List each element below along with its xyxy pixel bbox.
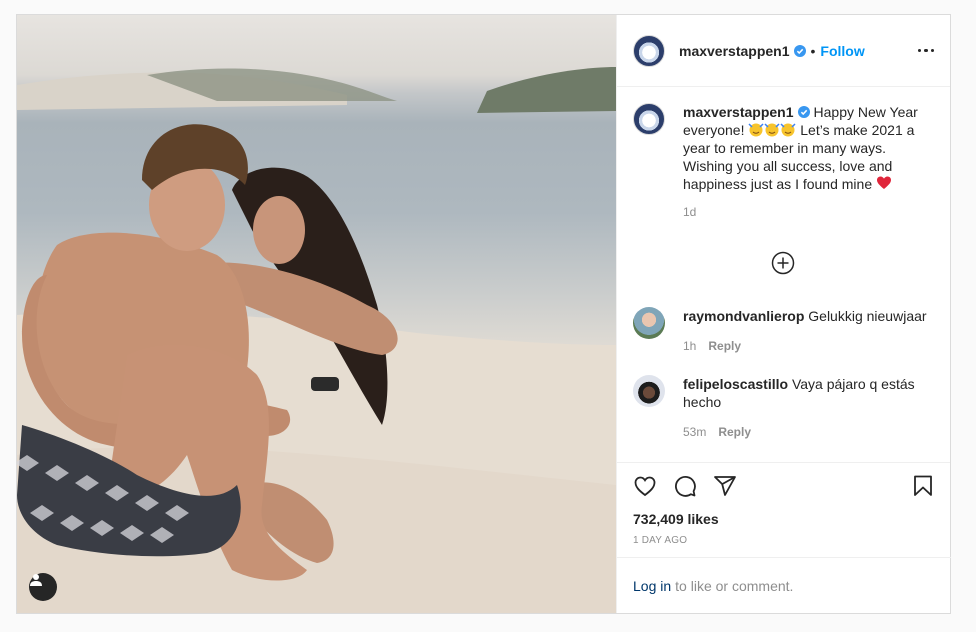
bookmark-icon[interactable] xyxy=(911,474,935,498)
user-tag-button[interactable] xyxy=(29,573,57,601)
comment-item: raymondvanlierop Gelukkig nieuwjaar 1h Re… xyxy=(633,307,927,353)
post-photo[interactable] xyxy=(17,15,616,613)
more-icon[interactable] xyxy=(917,48,934,53)
separator-dot: • xyxy=(810,42,816,59)
caption-time: 1d xyxy=(683,205,697,219)
load-more-icon[interactable] xyxy=(771,251,795,275)
comment-text: felipeloscastillo Vaya pájaro q estás he… xyxy=(683,375,933,411)
heart-icon[interactable] xyxy=(633,474,657,498)
login-bar: Log in to like or comment. xyxy=(617,557,951,613)
caption: maxverstappen1 Happy New Year everyone! L… xyxy=(633,103,934,219)
comment-meta: 53m Reply xyxy=(683,425,933,439)
comment-text: raymondvanlierop Gelukkig nieuwjaar xyxy=(683,307,927,325)
comment-time: 53m xyxy=(683,425,707,439)
commenter-avatar[interactable] xyxy=(633,375,665,407)
comment-body: Gelukkig nieuwjaar xyxy=(808,308,927,324)
action-bar: 732,409 likes 1 DAY AGO xyxy=(617,463,951,546)
post-header: maxverstappen1 • Follow xyxy=(617,15,950,87)
post-sidebar: maxverstappen1 • Follow maxverstappen1 Ha… xyxy=(616,15,951,613)
author-avatar[interactable] xyxy=(633,34,665,67)
commenter-avatar[interactable] xyxy=(633,307,665,339)
author-username[interactable]: maxverstappen1 xyxy=(679,43,790,59)
comment-icon[interactable] xyxy=(673,474,697,498)
comments-area: maxverstappen1 Happy New Year everyone! L… xyxy=(617,87,950,463)
user-tag-icon xyxy=(30,574,42,586)
red-heart-emoji-icon xyxy=(876,176,892,192)
commenter-username[interactable]: raymondvanlierop xyxy=(683,308,804,324)
comment-meta: 1h Reply xyxy=(683,339,927,353)
commenter-username[interactable]: felipeloscastillo xyxy=(683,376,788,392)
celebration-emoji-icon xyxy=(748,122,796,138)
action-icons xyxy=(633,463,935,509)
photo-illustration xyxy=(17,67,616,613)
comment-time: 1h xyxy=(683,339,697,353)
author-line: maxverstappen1 • Follow xyxy=(679,43,865,59)
comment-item: felipeloscastillo Vaya pájaro q estás he… xyxy=(633,375,933,439)
reply-button[interactable]: Reply xyxy=(718,425,751,439)
post-date: 1 DAY AGO xyxy=(633,535,688,546)
post-card: maxverstappen1 • Follow maxverstappen1 Ha… xyxy=(16,14,951,614)
caption-username[interactable]: maxverstappen1 xyxy=(683,104,794,120)
verified-icon xyxy=(793,44,806,57)
caption-text: maxverstappen1 Happy New Year everyone! L… xyxy=(683,103,934,193)
reply-button[interactable]: Reply xyxy=(708,339,741,353)
follow-button[interactable]: Follow xyxy=(820,43,864,59)
login-link[interactable]: Log in xyxy=(633,578,671,594)
likes-count[interactable]: 732,409 likes xyxy=(633,511,935,527)
share-icon[interactable] xyxy=(713,474,737,498)
login-suffix: to like or comment. xyxy=(675,577,794,594)
verified-icon xyxy=(797,106,810,118)
caption-avatar[interactable] xyxy=(633,103,665,135)
